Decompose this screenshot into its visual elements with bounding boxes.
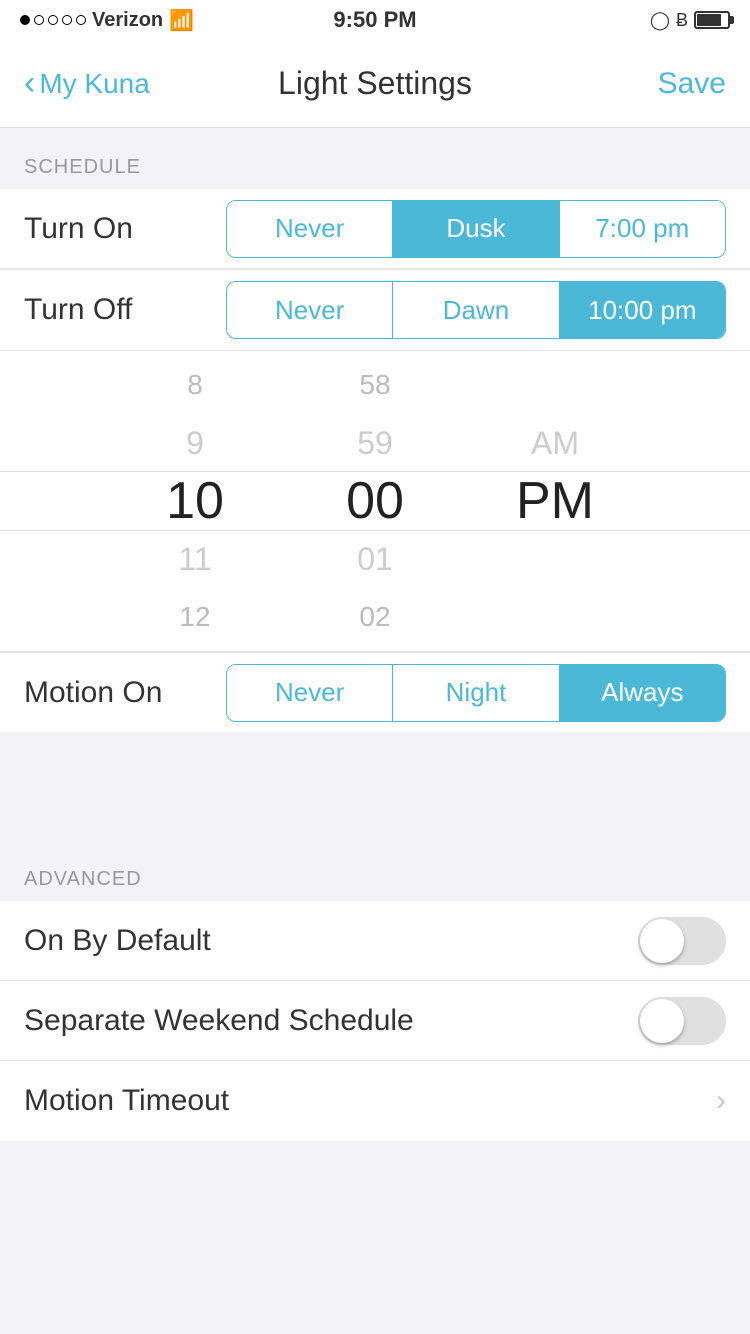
- schedule-card: Turn On Never Dusk 7:00 pm Turn Off Neve…: [0, 189, 750, 350]
- motion-never[interactable]: Never: [227, 665, 393, 721]
- back-chevron-icon: ‹: [24, 66, 35, 100]
- motion-timeout-label: Motion Timeout: [24, 1084, 229, 1118]
- ampm-column[interactable]: AM PM: [465, 356, 645, 646]
- motion-on-label: Motion On: [24, 676, 184, 710]
- time-picker[interactable]: 8 9 10 11 12 58 59 00 01 02 AM PM: [0, 361, 750, 641]
- dot-2: [34, 15, 44, 25]
- turn-off-label: Turn Off: [24, 293, 184, 327]
- separate-weekend-label: Separate Weekend Schedule: [24, 1004, 414, 1038]
- minute-column[interactable]: 58 59 00 01 02: [285, 356, 465, 646]
- battery-icon: [694, 11, 730, 29]
- minute-00: 00: [285, 472, 465, 530]
- separate-weekend-toggle[interactable]: [638, 997, 726, 1045]
- advanced-section-header: ADVANCED: [0, 840, 750, 901]
- hour-12: 12: [105, 588, 285, 646]
- motion-timeout-chevron: ›: [716, 1084, 726, 1118]
- motion-timeout-row[interactable]: Motion Timeout ›: [0, 1061, 750, 1141]
- hour-10: 10: [105, 472, 285, 530]
- turn-off-segmented[interactable]: Never Dawn 10:00 pm: [226, 281, 726, 339]
- save-button[interactable]: Save: [658, 67, 726, 101]
- separate-weekend-knob: [640, 999, 684, 1043]
- turn-on-row: Turn On Never Dusk 7:00 pm: [0, 189, 750, 269]
- on-by-default-toggle[interactable]: [638, 917, 726, 965]
- hour-11: 11: [105, 530, 285, 588]
- minute-02: 02: [285, 588, 465, 646]
- on-by-default-knob: [640, 919, 684, 963]
- dot-1: [20, 15, 30, 25]
- ampm-am: AM: [465, 414, 645, 472]
- nav-bar: ‹ My Kuna Light Settings Save: [0, 40, 750, 128]
- turn-on-label: Turn On: [24, 212, 184, 246]
- turn-off-dawn[interactable]: Dawn: [393, 282, 559, 338]
- on-by-default-row: On By Default: [0, 901, 750, 981]
- motion-always[interactable]: Always: [560, 665, 725, 721]
- dot-3: [48, 15, 58, 25]
- spacer-1: [0, 732, 750, 780]
- turn-off-row: Turn Off Never Dawn 10:00 pm: [0, 270, 750, 350]
- minute-59: 59: [285, 414, 465, 472]
- clock-icon: ◯: [650, 10, 670, 31]
- signal-dots: [20, 15, 86, 25]
- status-bar: Verizon 📶 9:50 PM ◯ Ƀ: [0, 0, 750, 40]
- hour-8: 8: [105, 356, 285, 414]
- hour-9: 9: [105, 414, 285, 472]
- turn-off-time[interactable]: 10:00 pm: [560, 282, 725, 338]
- minute-01: 01: [285, 530, 465, 588]
- status-time: 9:50 PM: [333, 7, 416, 33]
- turn-on-segmented[interactable]: Never Dusk 7:00 pm: [226, 200, 726, 258]
- dot-5: [76, 15, 86, 25]
- time-picker-section[interactable]: 8 9 10 11 12 58 59 00 01 02 AM PM: [0, 350, 750, 652]
- hour-column[interactable]: 8 9 10 11 12: [105, 356, 285, 646]
- page-title: Light Settings: [278, 65, 472, 102]
- carrier-label: Verizon: [92, 9, 163, 32]
- bottom-spacer: [0, 1141, 750, 1221]
- back-label: My Kuna: [39, 68, 150, 100]
- motion-on-segmented[interactable]: Never Night Always: [226, 664, 726, 722]
- ampm-empty-top: [465, 356, 645, 414]
- status-left: Verizon 📶: [20, 8, 194, 33]
- bluetooth-icon: Ƀ: [676, 10, 688, 31]
- ampm-empty-bot2: [465, 588, 645, 646]
- motion-night[interactable]: Night: [393, 665, 559, 721]
- turn-on-dusk[interactable]: Dusk: [393, 201, 559, 257]
- wifi-icon: 📶: [169, 8, 194, 33]
- minute-58: 58: [285, 356, 465, 414]
- schedule-section-header: SCHEDULE: [0, 128, 750, 189]
- turn-on-never[interactable]: Never: [227, 201, 393, 257]
- advanced-section-bg: [0, 780, 750, 840]
- status-right: ◯ Ƀ: [650, 10, 730, 31]
- dot-4: [62, 15, 72, 25]
- ampm-pm: PM: [465, 472, 645, 530]
- on-by-default-label: On By Default: [24, 924, 211, 958]
- motion-on-row: Motion On Never Night Always: [0, 652, 750, 732]
- battery-fill: [697, 14, 721, 26]
- turn-on-time[interactable]: 7:00 pm: [560, 201, 725, 257]
- separate-weekend-row: Separate Weekend Schedule: [0, 981, 750, 1061]
- back-button[interactable]: ‹ My Kuna: [24, 68, 150, 100]
- ampm-empty-bot: [465, 530, 645, 588]
- turn-off-never[interactable]: Never: [227, 282, 393, 338]
- advanced-card: On By Default Separate Weekend Schedule …: [0, 901, 750, 1141]
